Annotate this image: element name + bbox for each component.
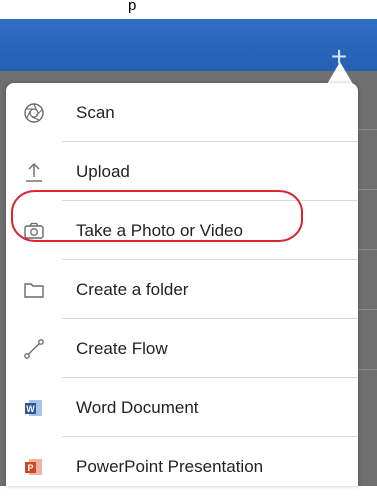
backdrop-row-divider bbox=[357, 189, 377, 190]
menu-item-label: Upload bbox=[76, 161, 130, 181]
menu-item-upload[interactable]: Upload bbox=[6, 142, 358, 201]
menu-item-label: PowerPoint Presentation bbox=[76, 456, 264, 476]
menu-item-powerpoint-presentation[interactable]: P PowerPoint Presentation bbox=[6, 437, 358, 496]
backdrop-row-divider bbox=[357, 249, 377, 250]
top-strip: p bbox=[0, 0, 377, 19]
menu-item-label: Take a Photo or Video bbox=[76, 220, 243, 240]
folder-icon bbox=[20, 276, 48, 304]
menu-item-create-flow[interactable]: Create Flow bbox=[6, 319, 358, 378]
new-item-menu: Scan Upload Take a Photo or Video Create… bbox=[6, 83, 358, 486]
menu-item-take-photo-video[interactable]: Take a Photo or Video bbox=[6, 201, 358, 260]
top-caption: p bbox=[128, 0, 137, 14]
upload-arrow-icon bbox=[20, 158, 48, 186]
svg-text:P: P bbox=[27, 463, 33, 473]
menu-item-scan[interactable]: Scan bbox=[6, 83, 358, 142]
word-icon: W bbox=[20, 394, 48, 422]
menu-item-create-folder[interactable]: Create a folder bbox=[6, 260, 358, 319]
camera-icon bbox=[20, 217, 48, 245]
menu-item-label: Scan bbox=[76, 102, 115, 122]
popover-caret bbox=[327, 62, 353, 84]
menu-item-label: Create Flow bbox=[76, 338, 168, 358]
backdrop-row-divider bbox=[357, 369, 377, 370]
backdrop-row-divider bbox=[357, 129, 377, 130]
menu-item-label: Word Document bbox=[76, 397, 199, 417]
scan-aperture-icon bbox=[20, 99, 48, 127]
powerpoint-icon: P bbox=[20, 453, 48, 481]
flow-icon bbox=[20, 335, 48, 363]
svg-text:W: W bbox=[26, 404, 35, 414]
app-header: + bbox=[0, 19, 377, 71]
menu-item-label: Create a folder bbox=[76, 279, 189, 299]
backdrop-row-divider bbox=[357, 309, 377, 310]
menu-item-word-document[interactable]: W Word Document bbox=[6, 378, 358, 437]
